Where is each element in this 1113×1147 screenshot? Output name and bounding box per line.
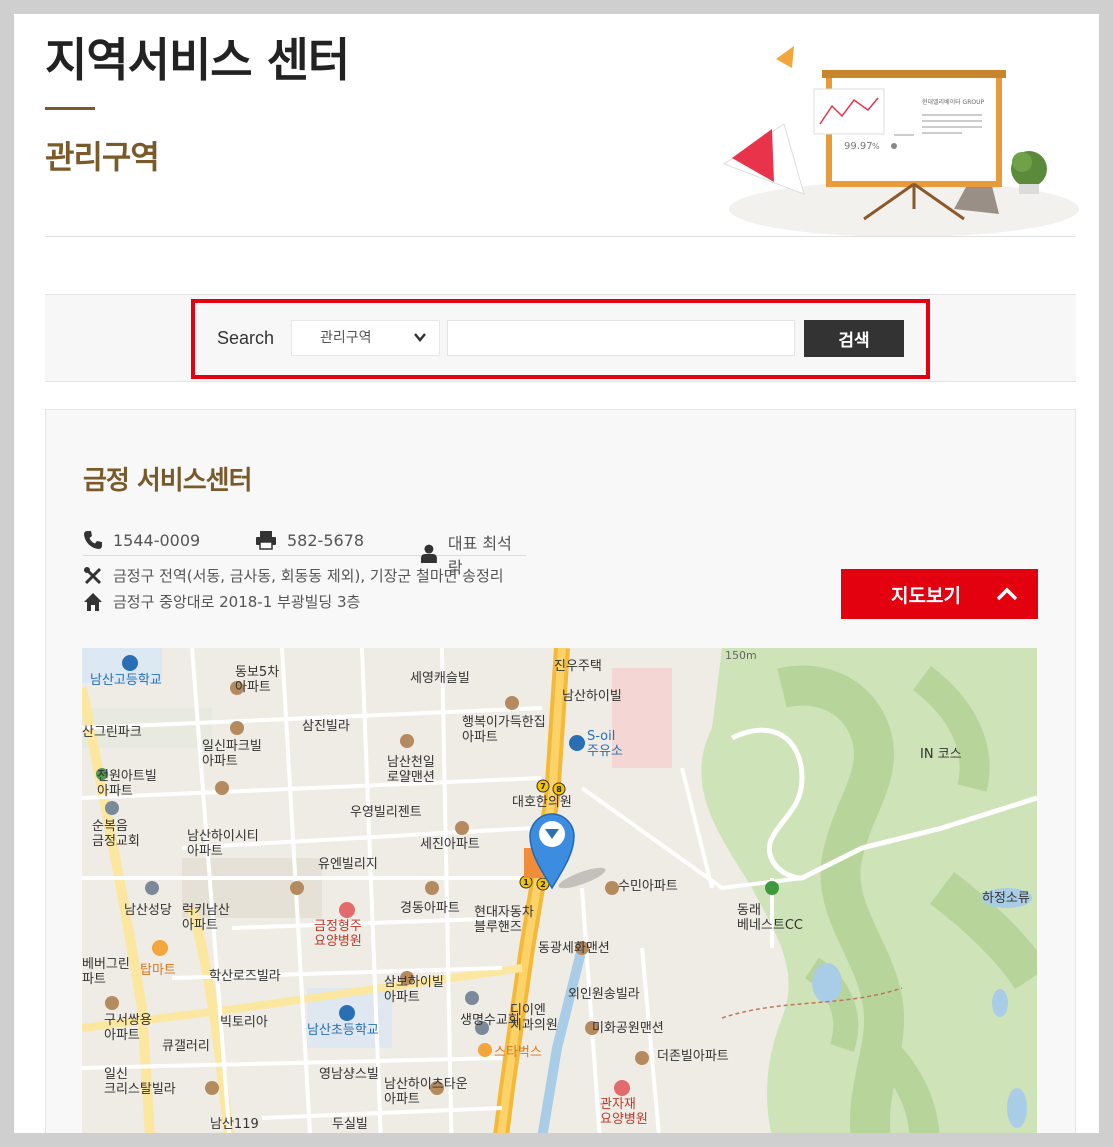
- map-toggle-button[interactable]: 지도보기: [841, 569, 1038, 619]
- map-place-label: 세영캐슬빌: [410, 671, 470, 686]
- chevron-down-icon: [414, 333, 426, 342]
- address: 금정구 중앙대로 2018-1 부광빌딩 3층: [113, 593, 361, 611]
- search-button[interactable]: 검색: [804, 320, 904, 357]
- map-place-label: 남산하이시티 아파트: [187, 829, 259, 859]
- svg-text:2: 2: [540, 880, 546, 889]
- page-subtitle: 관리구역: [45, 138, 160, 176]
- map-place-label: 하정소류: [982, 891, 1030, 906]
- printer-icon: [256, 531, 276, 550]
- map-place-label: 남산하이빌: [562, 689, 622, 704]
- chevron-up-icon: [996, 587, 1018, 601]
- map-place-label: 학산로즈빌라: [209, 969, 281, 984]
- map-place-label: 금정형주 요양병원: [314, 919, 362, 949]
- map-place-label: 남산119: [210, 1117, 259, 1132]
- map-place-label: 일신 크리스탈빌라: [104, 1067, 176, 1097]
- map-place-label: 세진아파트: [420, 837, 480, 852]
- map-place-label: 디이엔 치과의원: [510, 1003, 558, 1033]
- map-place-label: 동보5차 아파트: [235, 665, 280, 695]
- map-place-label: 두실빌: [332, 1117, 368, 1132]
- hero-illustration: 99.97 % 현대엘리베이터 GROUP: [722, 46, 1079, 237]
- map-view[interactable]: 7 8 1 2 남산고등학교 동보5차 아파트 세영캐슬빌 진우주택남산하이빌산그린파…: [82, 648, 1037, 1147]
- phone-number: 1544-0009: [113, 530, 201, 550]
- map-place-label: 외인원송빌라: [568, 987, 640, 1002]
- map-place-label: 구서쌍용 아파트: [104, 1013, 152, 1043]
- map-place-label: 동광세화맨션: [538, 941, 610, 956]
- search-category-select[interactable]: 관리구역: [291, 320, 440, 356]
- svg-text:1: 1: [523, 878, 529, 887]
- area-info: 금정구 전역(서동, 금사동, 회동동 제외), 기장군 철마면 송정리: [83, 565, 504, 586]
- map-place-label: 영남샹스빌: [319, 1067, 379, 1082]
- home-icon: [84, 592, 102, 611]
- search-label: Search: [217, 328, 275, 348]
- map-place-label: 산그린파크: [82, 725, 142, 740]
- map-place-label: 행복이가득한집 아파트: [462, 715, 546, 745]
- person-icon: [420, 544, 437, 563]
- map-place-label: 미화공원맨션: [592, 1021, 664, 1036]
- tools-icon: [84, 566, 102, 584]
- hero-percent: 99.97: [844, 141, 873, 152]
- phone-icon: [84, 531, 102, 549]
- map-place-label: 빅토리아: [220, 1015, 268, 1030]
- map-place-label: S-oil 주유소: [587, 729, 623, 759]
- contour-label: 150m: [725, 649, 757, 662]
- service-center-card: 금정 서비스센터 1544-0009 582-5678 대표 최석락 금정구 전…: [45, 409, 1076, 1147]
- map-place-label: 럭키남산 아파트: [182, 903, 230, 933]
- page-bottom-edge: [14, 1133, 1099, 1147]
- title-underline: [45, 107, 95, 110]
- map-place-label: 전원아트빌 아파트: [97, 769, 157, 799]
- map-place-label: 더존빌아파트: [657, 1049, 729, 1064]
- map-place-label: 관자재 요양병원: [600, 1097, 648, 1127]
- map-background: 7 8 1 2: [82, 648, 1037, 1147]
- page: 지역서비스 센터 관리구역 99.97 % 현대엘리베이터 GROUP Sear…: [14, 14, 1099, 1147]
- map-place-label: 삼진빌라: [302, 719, 350, 734]
- contact-row: 1544-0009 582-5678 대표 최석락: [83, 530, 526, 577]
- center-name: 금정 서비스센터: [83, 466, 252, 496]
- map-place-label: 우영빌리젠트: [350, 805, 422, 820]
- page-title: 지역서비스 센터: [45, 33, 350, 87]
- map-place-label: 경동아파트: [400, 901, 460, 916]
- map-place-label: 스타벅스: [494, 1045, 542, 1060]
- search-category-value: 관리구역: [320, 330, 372, 346]
- map-place-label: 큐갤러리: [162, 1039, 210, 1054]
- service-area: 금정구 전역(서동, 금사동, 회동동 제외), 기장군 철마면 송정리: [113, 567, 504, 585]
- map-place-label: 남산성당: [124, 903, 172, 918]
- map-place-label: 남산하이츠타운 아파트: [384, 1077, 468, 1107]
- search-input[interactable]: [447, 320, 795, 356]
- map-place-label: 베버그린 파트: [82, 957, 130, 987]
- map-place-label: 남산천일 로얄맨션: [387, 755, 435, 785]
- map-place-label: 남산고등학교: [90, 673, 162, 688]
- header-divider: [45, 236, 1076, 237]
- address-info: 금정구 중앙대로 2018-1 부광빌딩 3층: [83, 591, 360, 612]
- map-place-label: IN 코스: [920, 747, 962, 762]
- map-place-label: 삼보하이빌 아파트: [384, 975, 444, 1005]
- svg-text:7: 7: [540, 782, 546, 791]
- map-place-label: 일신파크빌 아파트: [202, 739, 262, 769]
- fax-info: 582-5678: [255, 530, 364, 550]
- map-toggle-label: 지도보기: [891, 586, 961, 607]
- map-place-label: 탑마트: [140, 963, 176, 978]
- phone-info: 1544-0009: [83, 530, 200, 550]
- map-place-label: 현대자동차 블루핸즈: [474, 905, 534, 935]
- hero-board-title: 현대엘리베이터 GROUP: [922, 98, 984, 106]
- svg-text:8: 8: [556, 785, 562, 794]
- map-place-label: 진우주택: [554, 659, 602, 674]
- map-place-label: 대호한의원: [512, 795, 572, 810]
- map-place-label: 순복음 금정교회: [92, 819, 140, 849]
- svg-text:%: %: [872, 142, 880, 151]
- map-place-label: 수민아파트: [618, 879, 678, 894]
- map-place-label: 유엔빌리지: [318, 857, 378, 872]
- map-place-label: 동래 베네스트CC: [737, 903, 803, 933]
- fax-number: 582-5678: [287, 530, 365, 550]
- map-place-label: 남산초등학교: [307, 1023, 379, 1038]
